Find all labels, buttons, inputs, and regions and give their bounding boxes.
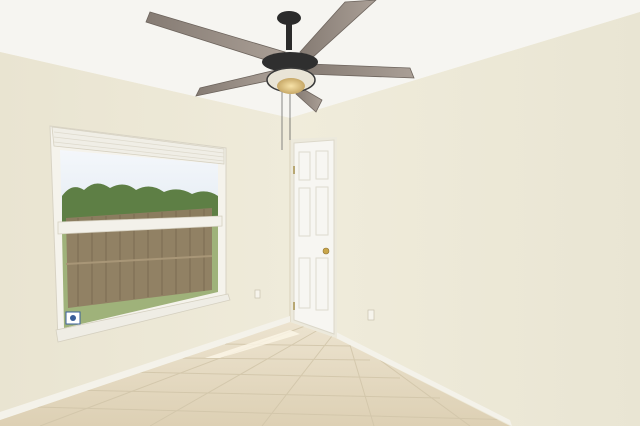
door-hinge (293, 166, 295, 174)
door-assembly (291, 137, 337, 338)
wall-outlet (254, 289, 261, 299)
door-knob[interactable] (322, 247, 330, 255)
wall-outlet (367, 309, 375, 321)
fan-light-bulb (277, 78, 305, 94)
room-scene (0, 0, 640, 426)
fan-downrod (286, 20, 292, 50)
door-hinge (293, 302, 295, 310)
room-photo (0, 0, 640, 426)
